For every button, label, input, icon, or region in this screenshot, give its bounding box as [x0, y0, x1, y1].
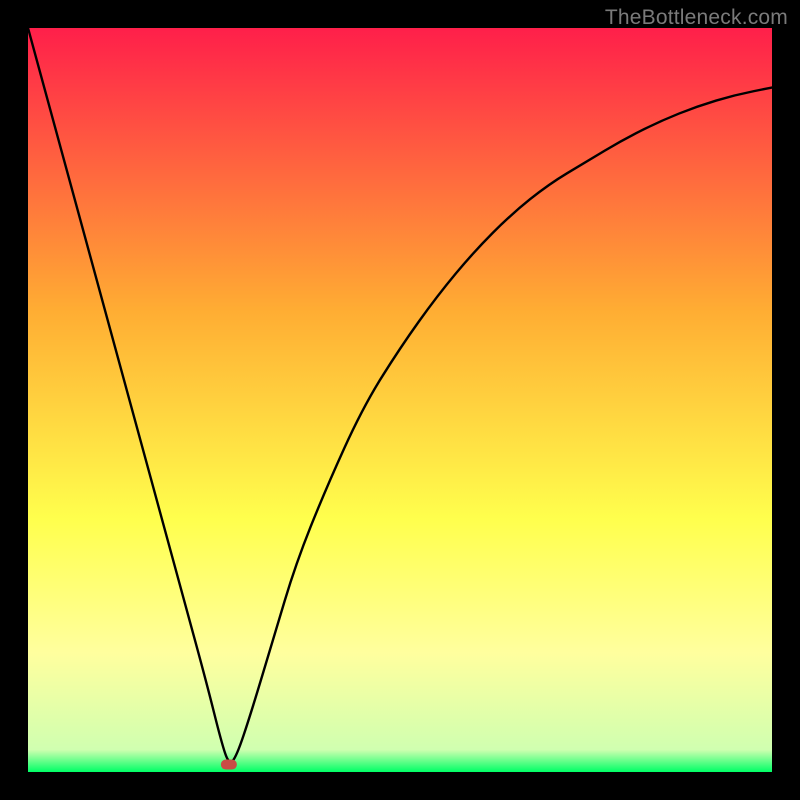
- gradient-background: [28, 28, 772, 772]
- optimal-marker: [221, 760, 237, 770]
- watermark-text: TheBottleneck.com: [605, 6, 788, 30]
- chart-frame: [28, 28, 772, 772]
- bottleneck-chart: [28, 28, 772, 772]
